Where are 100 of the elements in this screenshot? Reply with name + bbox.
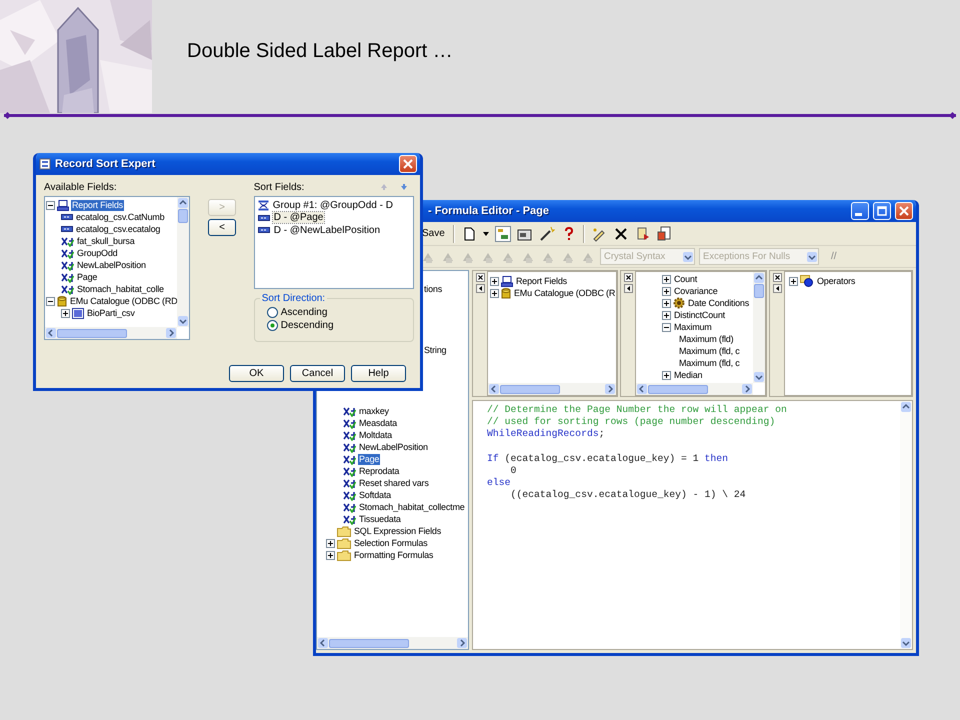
tree-item[interactable]: Covariance <box>673 286 719 296</box>
scroll-thumb[interactable] <box>500 384 560 394</box>
tree-item[interactable]: ecatalog_csv.ecatalog <box>75 224 162 234</box>
tree-item[interactable]: Measdata <box>358 418 398 428</box>
tree-item[interactable]: ecatalog_csv.CatNumb <box>75 212 166 222</box>
collapse-panel-icon[interactable] <box>476 284 484 293</box>
tree-item[interactable]: Maximum <box>673 322 713 332</box>
expand-icon[interactable] <box>61 308 70 318</box>
remove-button[interactable]: < <box>208 219 236 236</box>
tree-item[interactable]: fat_skull_bursa <box>76 236 136 246</box>
scroll-thumb[interactable] <box>329 638 409 648</box>
dropdown-arrow-icon[interactable] <box>683 252 693 262</box>
tree-item[interactable]: Tissuedata <box>358 514 402 524</box>
scroll-arrow-icon[interactable] <box>754 372 764 382</box>
tree-item[interactable]: SQL Expression Fields <box>353 526 442 536</box>
vertical-scrollbar[interactable] <box>753 272 765 383</box>
tree-item[interactable]: Maximum (fld) <box>678 334 734 344</box>
tree-item[interactable]: Reprodata <box>358 466 400 476</box>
wand-icon[interactable] <box>538 226 555 242</box>
tree-item[interactable]: Formatting Formulas <box>353 550 434 560</box>
tree-item[interactable]: Report Fields <box>515 276 568 286</box>
tree-item[interactable]: Maximum (fld, c <box>678 346 741 356</box>
sort-field-item[interactable]: D - @Page <box>272 212 324 224</box>
expand-icon[interactable] <box>490 288 499 298</box>
tree-item[interactable]: Median <box>673 370 704 380</box>
caret-icon[interactable] <box>482 232 489 236</box>
expand-icon[interactable] <box>789 276 798 286</box>
tree-item[interactable]: maxkey <box>358 406 390 416</box>
vertical-scrollbar[interactable] <box>177 197 190 327</box>
dropdown-arrow-icon[interactable] <box>807 252 817 262</box>
expand-icon[interactable] <box>662 370 671 380</box>
down-arrow-icon[interactable] <box>400 183 408 191</box>
available-fields-tree[interactable]: Report Fields ecatalog_csv.CatNumb ecatalog_csv.ecatalog fat_skull_bursa GroupOdd NewLabelPosition Page Stomach_habitat_colle EMu Catalogue (ODBC (RD BioParti_csv <box>44 196 190 340</box>
tree-item[interactable]: Selection Formulas <box>353 538 428 548</box>
expand-icon[interactable] <box>662 286 671 296</box>
tree-item[interactable]: Moltdata <box>358 430 393 440</box>
expand-icon[interactable] <box>490 276 499 286</box>
tree-item[interactable]: EMu Catalogue (ODBC (R <box>513 288 616 298</box>
scroll-arrow-icon[interactable] <box>318 638 328 648</box>
collapse-panel-icon[interactable] <box>624 284 632 293</box>
scroll-arrow-icon[interactable] <box>754 273 764 283</box>
tree-item[interactable]: Operators <box>816 276 856 286</box>
tree-item[interactable]: Date Conditions <box>687 298 750 308</box>
tree-item[interactable]: tions <box>423 284 444 294</box>
close-button[interactable] <box>895 202 913 220</box>
scroll-arrow-icon[interactable] <box>901 402 911 412</box>
close-panel-icon[interactable] <box>772 273 782 282</box>
tree-item[interactable]: Page <box>358 454 380 464</box>
horizontal-scrollbar[interactable] <box>636 383 753 395</box>
delete-icon[interactable] <box>612 226 629 242</box>
radio-button[interactable] <box>266 320 278 331</box>
tree-item[interactable]: Stomach_habitat_collectme <box>358 502 466 512</box>
close-panel-icon[interactable] <box>476 273 484 282</box>
scroll-arrow-icon[interactable] <box>489 384 499 394</box>
collapse-panel-icon[interactable] <box>772 284 782 293</box>
maximize-button[interactable] <box>873 202 891 220</box>
operator-tree[interactable]: Operators <box>784 271 912 396</box>
close-panel-icon[interactable] <box>624 273 632 282</box>
minimize-button[interactable] <box>851 202 869 220</box>
tree-item[interactable]: String <box>423 344 448 356</box>
scroll-thumb[interactable] <box>57 328 127 338</box>
horizontal-scrollbar[interactable] <box>317 637 468 649</box>
tree-item[interactable]: BioParti_csv <box>86 308 136 318</box>
tree-item[interactable]: NewLabelPosition <box>76 260 147 270</box>
horizontal-scrollbar[interactable] <box>45 327 178 339</box>
tree-item[interactable]: Stomach_habitat_colle <box>76 284 165 294</box>
function-tree[interactable]: Count Covariance Date Conditions DistinctCount Maximum Maximum (fld) Maximum (fld, c Maximum (fld, c Median <box>635 271 766 396</box>
dialog-button[interactable]: OK <box>229 365 284 382</box>
tree-item[interactable]: Count <box>673 274 698 284</box>
scroll-arrow-icon[interactable] <box>457 638 467 648</box>
tree-item[interactable]: EMu Catalogue (ODBC (RD <box>69 296 178 306</box>
report-icon[interactable] <box>656 226 673 242</box>
tree-view-icon[interactable] <box>494 226 511 242</box>
radio-button[interactable] <box>266 307 278 318</box>
sort-fields-list[interactable]: Group #1: @GroupOdd - D D - @Page D - @NewLabelPosition <box>254 196 414 289</box>
scroll-arrow-icon[interactable] <box>178 198 188 208</box>
scroll-arrow-icon[interactable] <box>637 384 647 394</box>
scroll-thumb[interactable] <box>754 284 764 298</box>
scroll-arrow-icon[interactable] <box>605 384 615 394</box>
tree-item[interactable]: Reset shared vars <box>358 478 430 488</box>
tree-item[interactable]: Report Fields <box>71 200 124 210</box>
bookmark-icon[interactable] <box>634 226 651 242</box>
collapse-icon[interactable] <box>46 200 55 210</box>
vertical-scrollbar[interactable] <box>900 401 912 649</box>
expand-icon[interactable] <box>326 538 335 548</box>
save-button[interactable]: Save <box>420 228 447 239</box>
field-tree[interactable]: Report Fields EMu Catalogue (ODBC (R <box>487 271 617 396</box>
sort-field-item[interactable]: Group #1: @GroupOdd - D <box>272 200 394 211</box>
expand-icon[interactable] <box>662 274 671 284</box>
sort-field-item[interactable]: D - @NewLabelPosition <box>272 224 382 236</box>
scroll-arrow-icon[interactable] <box>742 384 752 394</box>
dialog-button[interactable]: Cancel <box>290 365 345 382</box>
tree-item[interactable]: Softdata <box>358 490 392 500</box>
collapse-icon[interactable] <box>662 322 671 332</box>
expand-icon[interactable] <box>662 298 671 308</box>
scroll-arrow-icon[interactable] <box>901 638 911 648</box>
tree-item[interactable]: GroupOdd <box>76 248 118 258</box>
scroll-thumb[interactable] <box>178 209 188 223</box>
collapse-icon[interactable] <box>46 296 55 306</box>
scroll-thumb[interactable] <box>648 384 708 394</box>
